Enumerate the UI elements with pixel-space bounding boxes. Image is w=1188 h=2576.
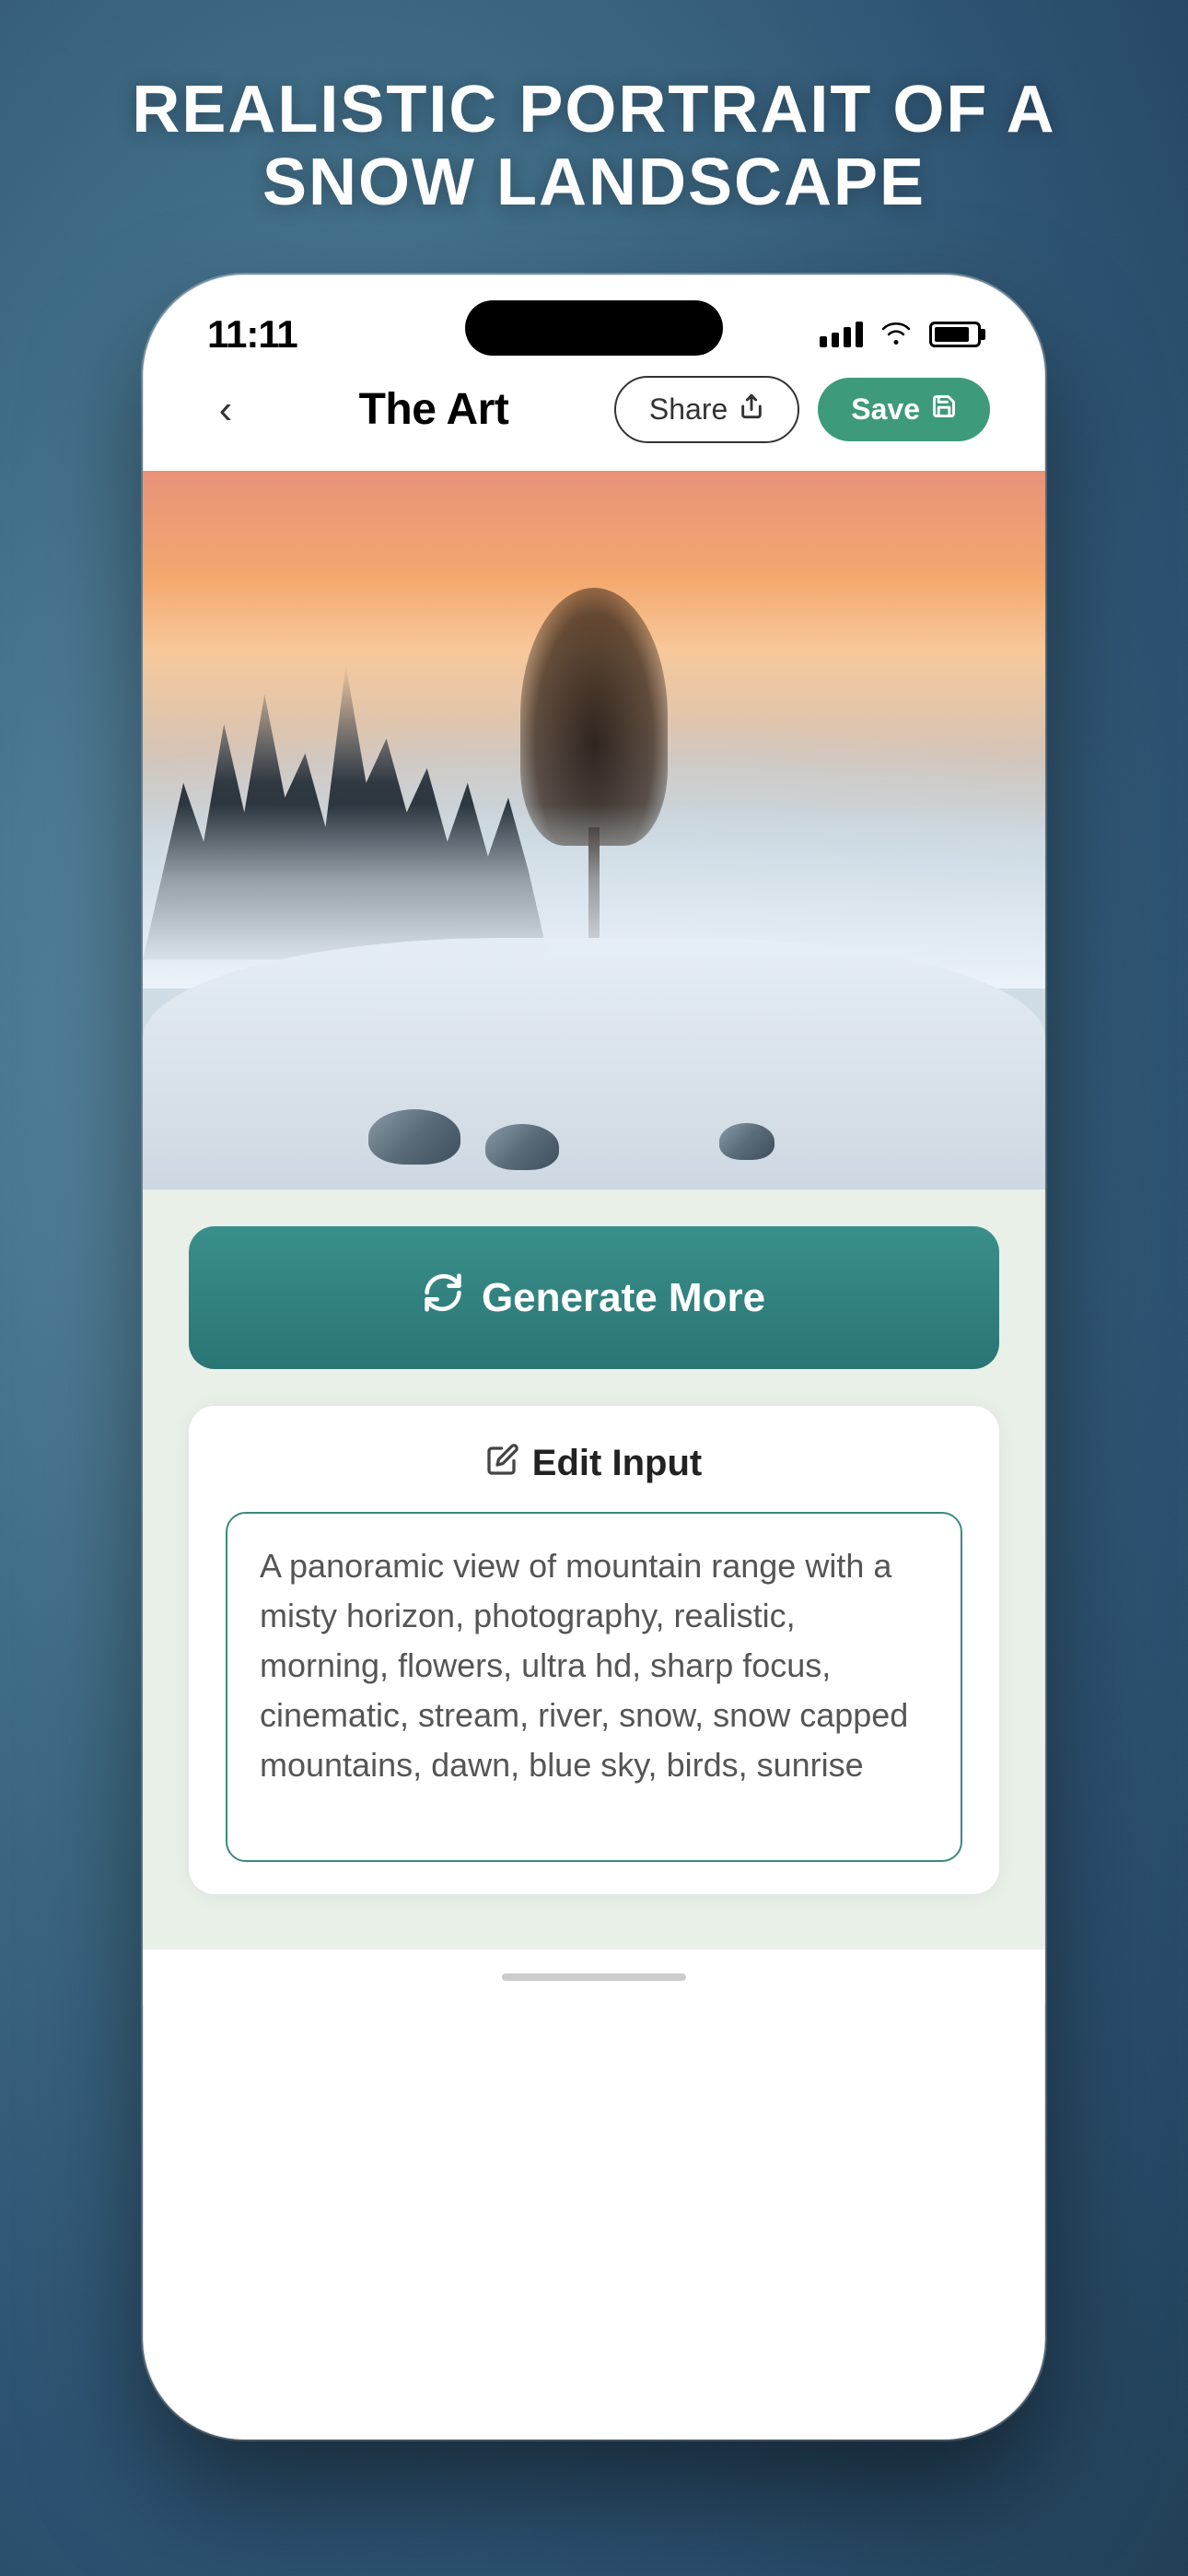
edit-input-title: Edit Input (532, 1443, 702, 1484)
status-icons (820, 315, 981, 354)
generated-image (143, 471, 1045, 1189)
generate-icon (423, 1272, 463, 1323)
home-bar (502, 1973, 686, 1981)
generate-more-label: Generate More (482, 1275, 765, 1321)
nav-actions: Share Save (614, 376, 990, 443)
save-icon (931, 392, 957, 427)
home-indicator (143, 1950, 1045, 2005)
pencil-icon (486, 1443, 519, 1484)
snow-ground (143, 938, 1045, 1189)
rock-2 (485, 1124, 559, 1170)
headline-title: REALISTIC PORTRAIT OF A SNOW LANDSCAPE (74, 74, 1114, 219)
rock-1 (368, 1109, 460, 1165)
generated-image-container (143, 471, 1045, 1189)
rock-3 (719, 1123, 775, 1160)
share-icon (739, 392, 764, 427)
share-button[interactable]: Share (614, 376, 799, 443)
save-label: Save (851, 392, 920, 427)
nav-title: The Art (359, 384, 509, 435)
share-label: Share (649, 392, 728, 427)
status-time: 11:11 (207, 312, 297, 357)
generate-more-button[interactable]: Generate More (189, 1226, 999, 1369)
prompt-textarea[interactable] (226, 1512, 962, 1862)
signal-icon (820, 322, 863, 347)
phone-frame: 11:11 ‹ The Art Share (143, 275, 1045, 2440)
edit-input-header: Edit Input (226, 1443, 962, 1484)
back-chevron-icon: ‹ (219, 387, 233, 433)
save-button[interactable]: Save (818, 378, 990, 441)
nav-bar: ‹ The Art Share Save (143, 367, 1045, 471)
back-button[interactable]: ‹ (198, 382, 253, 438)
wifi-icon (879, 315, 913, 354)
content-area: Generate More Edit Input (143, 1189, 1045, 1950)
status-bar: 11:11 (143, 275, 1045, 367)
edit-input-section: Edit Input (189, 1406, 999, 1894)
battery-icon (929, 322, 981, 347)
dynamic-island (465, 300, 723, 356)
headline-section: REALISTIC PORTRAIT OF A SNOW LANDSCAPE (0, 74, 1188, 219)
